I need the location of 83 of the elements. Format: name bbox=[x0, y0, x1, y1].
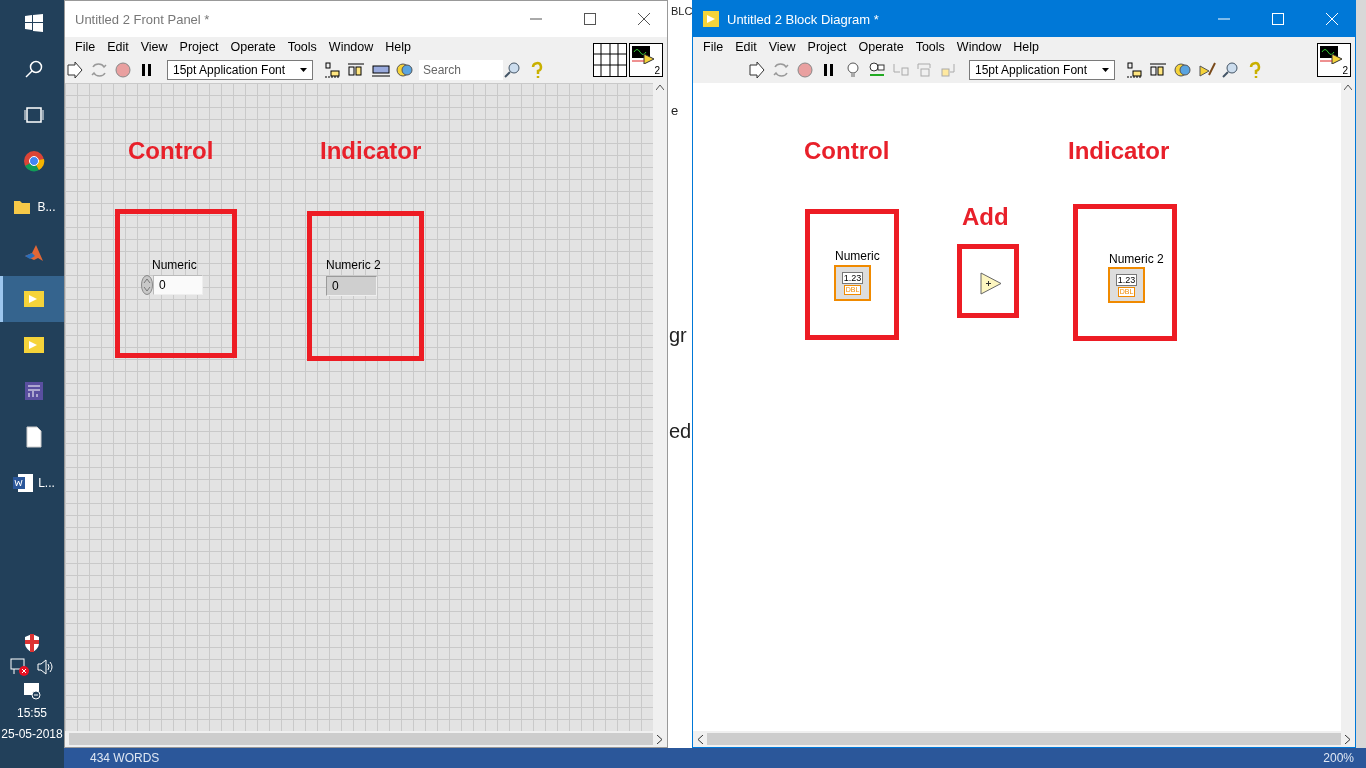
menu-item[interactable]: Help bbox=[1007, 40, 1046, 54]
caret-icon bbox=[1102, 68, 1109, 72]
shield-icon[interactable] bbox=[24, 634, 40, 652]
menu-item[interactable]: Tools bbox=[281, 40, 323, 54]
control-label: Numeric 2 bbox=[326, 258, 381, 272]
numeric-indicator: 0 bbox=[326, 276, 377, 296]
run-arrow-icon[interactable] bbox=[747, 61, 767, 79]
document-text: e bbox=[671, 103, 679, 118]
labview-icon[interactable] bbox=[22, 288, 45, 310]
terminal-label: Numeric 2 bbox=[1109, 252, 1164, 266]
vi-icon[interactable]: 2 bbox=[1317, 43, 1351, 77]
menu-item[interactable]: Help bbox=[379, 40, 418, 54]
windows-logo-icon[interactable] bbox=[24, 14, 43, 32]
vi-icon-number: 2 bbox=[654, 65, 660, 76]
distribute-icon[interactable] bbox=[1149, 61, 1169, 79]
document-text: gr bbox=[669, 324, 687, 347]
distribute-icon[interactable] bbox=[347, 61, 367, 79]
reorder-icon[interactable] bbox=[1173, 61, 1193, 79]
annotation: Indicator bbox=[1068, 137, 1170, 165]
font-dropdown[interactable]: 15pt Application Font bbox=[969, 60, 1115, 80]
clock-date: 25-05-2018 bbox=[1, 727, 63, 742]
numeric-control[interactable]: 0 bbox=[153, 275, 203, 295]
broom-icon[interactable] bbox=[1197, 61, 1217, 79]
search-field[interactable]: Search bbox=[419, 60, 503, 80]
document-text: BLC bbox=[671, 5, 693, 17]
scroll-up-icon[interactable] bbox=[1344, 85, 1352, 90]
labview-icon[interactable] bbox=[22, 334, 45, 356]
menu-item[interactable]: Window bbox=[322, 40, 380, 54]
menu-item[interactable]: Operate bbox=[852, 40, 910, 54]
caret-icon bbox=[300, 68, 307, 72]
network-error-icon[interactable] bbox=[10, 658, 30, 676]
document-text: ed bbox=[669, 420, 692, 443]
clock-time: 15:55 bbox=[17, 706, 47, 721]
window-title: Untitled 2 Front Panel * bbox=[75, 11, 211, 27]
search-icon[interactable] bbox=[1221, 61, 1241, 79]
menu-item[interactable]: View bbox=[762, 40, 802, 54]
search-icon[interactable] bbox=[503, 61, 523, 79]
vi-icon[interactable]: 2 bbox=[629, 43, 663, 77]
font-dropdown[interactable]: 15pt Application Font bbox=[167, 60, 313, 80]
menu-item[interactable]: Window bbox=[950, 40, 1008, 54]
run-arrow-icon[interactable] bbox=[65, 61, 85, 79]
chrome-icon[interactable] bbox=[22, 150, 45, 172]
annotation: Add bbox=[962, 203, 1009, 231]
menu-item[interactable]: Project bbox=[801, 40, 853, 54]
spinner-icon[interactable] bbox=[141, 275, 153, 295]
scroll-right-icon[interactable] bbox=[1345, 734, 1351, 744]
menu-item[interactable]: Operate bbox=[224, 40, 282, 54]
menu-item[interactable]: File bbox=[69, 40, 102, 54]
task-view-icon[interactable] bbox=[23, 107, 44, 123]
menu-item[interactable]: Edit bbox=[729, 40, 763, 54]
connector-pane-icon[interactable] bbox=[593, 43, 627, 77]
vi-icon-number: 2 bbox=[1342, 65, 1348, 76]
scroll-right-icon[interactable] bbox=[657, 734, 663, 744]
search-icon[interactable] bbox=[24, 60, 43, 78]
status-text: 434 WORDS bbox=[90, 751, 160, 765]
menu-item[interactable]: Project bbox=[173, 40, 225, 54]
taskbar-app[interactable]: L... bbox=[0, 460, 64, 506]
window-title: Untitled 2 Block Diagram * bbox=[727, 11, 880, 27]
taskbar-app[interactable]: B... bbox=[0, 184, 64, 230]
word-icon[interactable] bbox=[12, 472, 35, 494]
terminal-label: Numeric bbox=[835, 249, 880, 263]
probe-icon[interactable] bbox=[867, 61, 887, 79]
status-text: 200% bbox=[1323, 751, 1354, 765]
add-node[interactable] bbox=[980, 272, 1002, 295]
menu-item[interactable]: Edit bbox=[101, 40, 135, 54]
align-icon[interactable] bbox=[323, 61, 343, 79]
maximize-icon[interactable] bbox=[584, 13, 596, 25]
scroll-up-icon[interactable] bbox=[656, 85, 664, 90]
annotation: Control bbox=[128, 137, 214, 165]
chart-app-icon[interactable] bbox=[22, 380, 45, 402]
align-icon[interactable] bbox=[1125, 61, 1145, 79]
annotation: Control bbox=[804, 137, 890, 165]
notification-icon[interactable] bbox=[23, 682, 41, 700]
scroll-left-icon[interactable] bbox=[697, 734, 703, 744]
reorder-icon[interactable] bbox=[395, 61, 415, 79]
control-label: Numeric bbox=[152, 258, 197, 272]
menu-item[interactable]: View bbox=[134, 40, 174, 54]
volume-icon[interactable] bbox=[36, 658, 54, 676]
menu-item[interactable]: Tools bbox=[909, 40, 951, 54]
app-icon bbox=[703, 11, 719, 27]
menu-item[interactable]: File bbox=[697, 40, 730, 54]
close-icon[interactable] bbox=[638, 13, 650, 25]
annotation: Indicator bbox=[320, 137, 422, 165]
